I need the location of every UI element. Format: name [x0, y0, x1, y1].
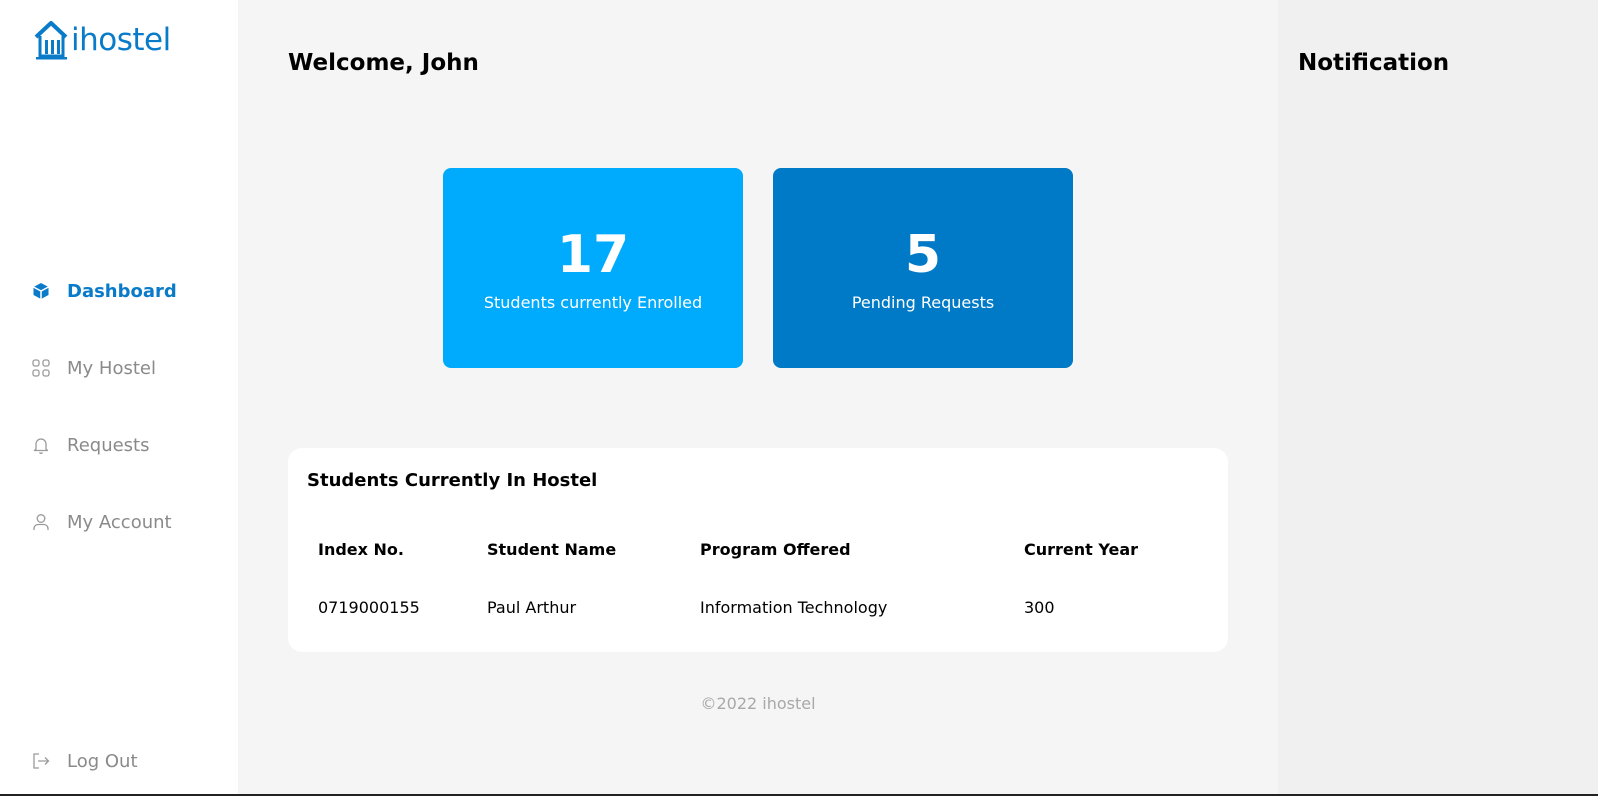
sidebar-item-requests[interactable]: Requests — [32, 432, 150, 458]
table-header-row: Index No. Student Name Program Offered C… — [318, 540, 1198, 598]
sidebar-item-label: Requests — [67, 434, 150, 456]
logout-icon — [32, 752, 50, 770]
main-content: Welcome, John 17 Students currently Enro… — [238, 0, 1278, 796]
table-cell: 300 — [1024, 598, 1055, 617]
column-header: Program Offered — [700, 540, 851, 559]
cube-icon — [32, 282, 50, 300]
sidebar-item-label: Dashboard — [67, 280, 177, 302]
user-icon — [32, 513, 50, 531]
logout-label: Log Out — [67, 750, 138, 772]
table-cell: Information Technology — [700, 598, 888, 617]
column-header: Current Year — [1024, 540, 1139, 559]
stat-label: Students currently Enrolled — [483, 292, 703, 312]
brand-logo[interactable]: ihostel — [33, 18, 171, 62]
bell-icon — [32, 436, 50, 454]
stat-value: 5 — [904, 224, 942, 285]
column-header: Index No. — [318, 540, 404, 559]
table-cell: 0719000155 — [318, 598, 420, 617]
notification-title: Notification — [1298, 50, 1450, 76]
grid-icon — [32, 359, 50, 377]
table-title: Students Currently In Hostel — [307, 470, 598, 491]
sidebar: ihostel Dashboard My Hostel Requests My … — [0, 0, 238, 796]
notification-panel: Notification — [1278, 0, 1598, 796]
sidebar-item-dashboard[interactable]: Dashboard — [32, 278, 177, 304]
table-row[interactable]: 0719000155 Paul Arthur Information Techn… — [318, 598, 1198, 656]
students-table: Index No. Student Name Program Offered C… — [318, 540, 1198, 656]
stat-value: 17 — [556, 224, 630, 285]
sidebar-item-label: My Hostel — [67, 357, 156, 379]
students-table-card: Students Currently In Hostel Index No. S… — [288, 448, 1228, 652]
footer-copyright: ©2022 ihostel — [700, 694, 816, 713]
sidebar-item-my-hostel[interactable]: My Hostel — [32, 355, 156, 381]
brand-name: ihostel — [71, 22, 171, 58]
logout-button[interactable]: Log Out — [32, 748, 138, 774]
app-root: ihostel Dashboard My Hostel Requests My … — [0, 0, 1598, 796]
house-icon — [33, 20, 70, 60]
stat-label: Pending Requests — [851, 292, 995, 312]
sidebar-item-my-account[interactable]: My Account — [32, 509, 172, 535]
table-cell: Paul Arthur — [487, 598, 577, 617]
sidebar-item-label: My Account — [67, 511, 172, 533]
column-header: Student Name — [487, 540, 617, 559]
page-title: Welcome, John — [288, 50, 479, 76]
stat-card-enrolled[interactable]: 17 Students currently Enrolled — [443, 168, 743, 368]
stat-card-pending[interactable]: 5 Pending Requests — [773, 168, 1073, 368]
